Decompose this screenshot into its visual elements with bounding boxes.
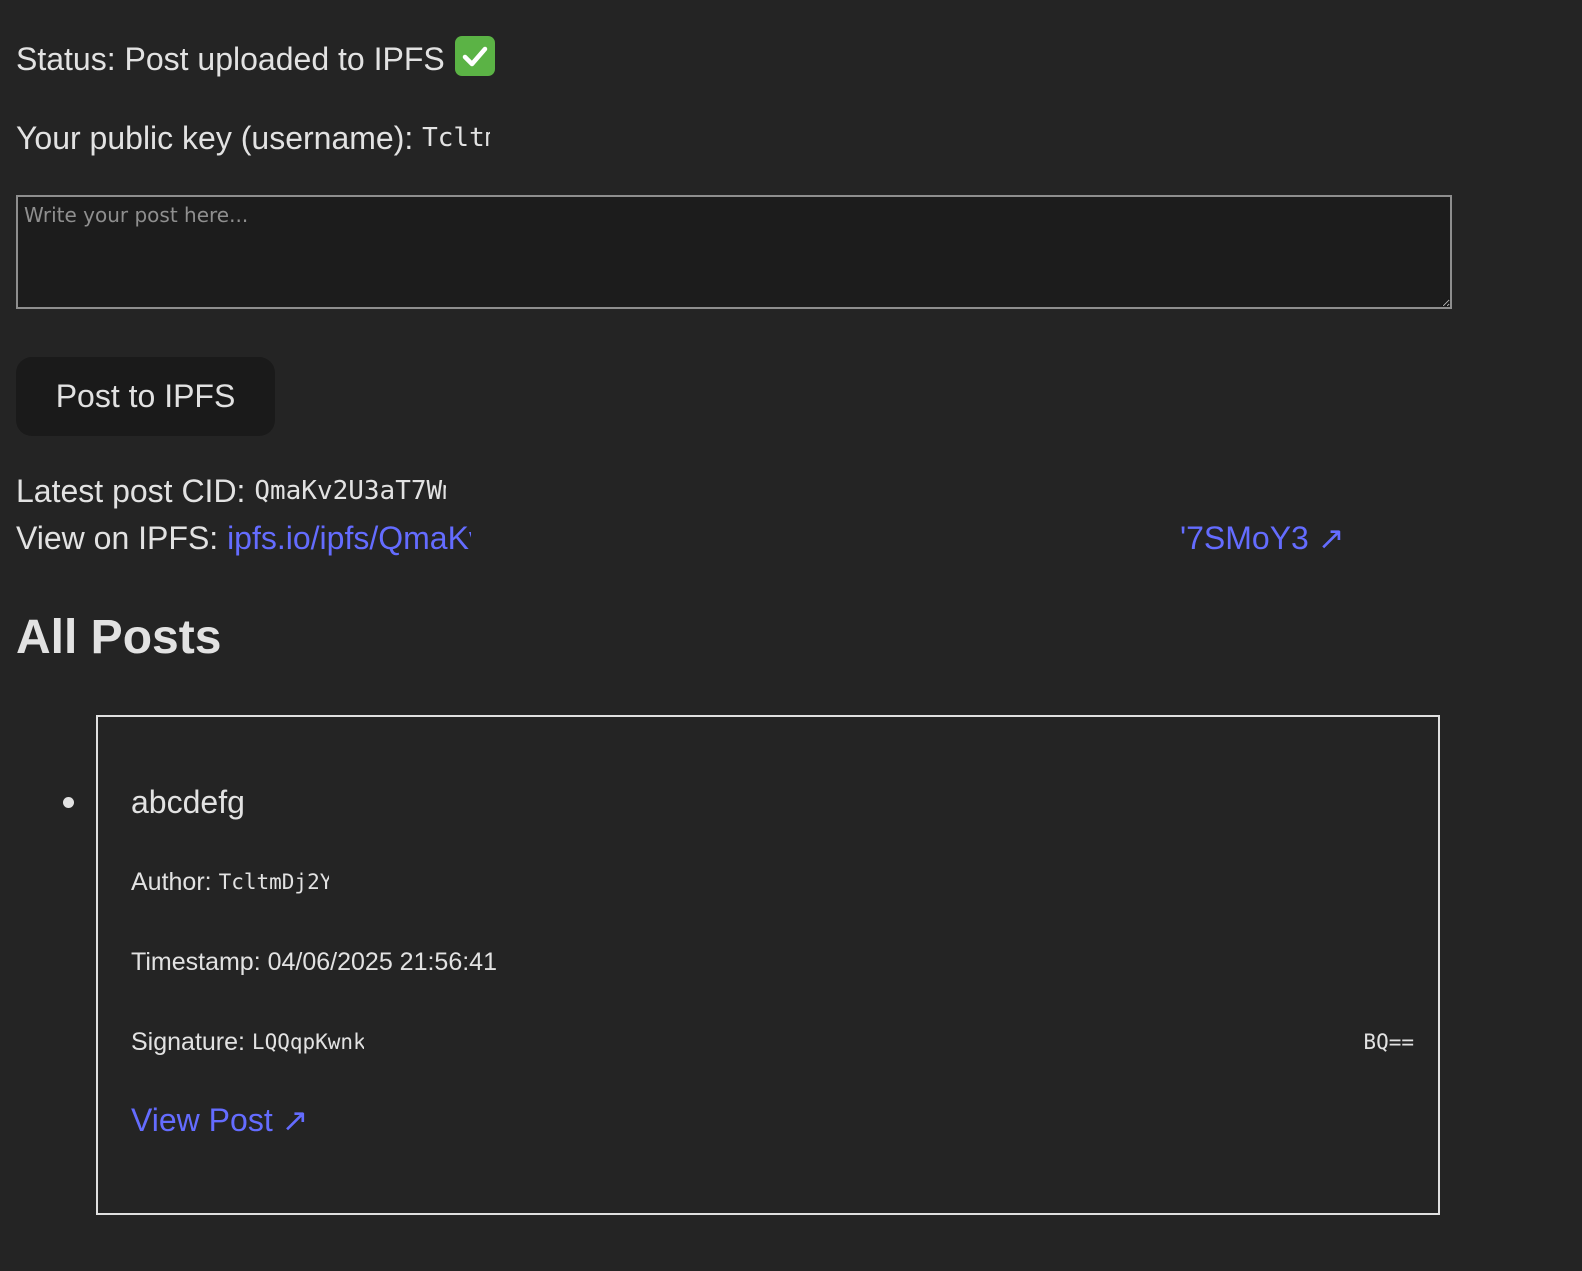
page: Status: Post uploaded to IPFS Your publi…: [0, 0, 1582, 1271]
status-text: Status: Post uploaded to IPFS: [16, 41, 445, 77]
status-line: Status: Post uploaded to IPFS: [16, 36, 495, 81]
latest-cid-line: Latest post CID: QmaKv2U3aT7Wm: [16, 470, 446, 512]
author-label: Author:: [131, 868, 212, 896]
view-on-ipfs-line: View on IPFS: ipfs.io/ipfs/QmaKv '7SMoY3…: [16, 517, 1346, 559]
public-key-value: Tcltm: [422, 123, 490, 153]
ipfs-link[interactable]: ipfs.io/ipfs/QmaKv: [227, 517, 471, 559]
author-value: TcltmDj2Y: [218, 870, 329, 894]
signature-value: LQQqpKwnk: [251, 1030, 364, 1054]
post-textarea[interactable]: [16, 195, 1452, 309]
post-timestamp: Timestamp: 04/06/2025 21:56:41: [131, 948, 497, 976]
view-on-ipfs-label: View on IPFS:: [16, 520, 219, 556]
signature-label: Signature:: [131, 1028, 245, 1056]
post-signature: Signature: LQQqpKwnk BQ==: [131, 1024, 1414, 1060]
public-key-line: Your public key (username): Tcltm: [16, 116, 490, 160]
post-card: abcdefg Author: TcltmDj2Y Timestamp: 04/…: [96, 715, 1440, 1215]
latest-cid-label: Latest post CID:: [16, 473, 246, 509]
latest-cid-value: QmaKv2U3aT7Wm: [254, 476, 447, 506]
check-mark-button-icon: [454, 36, 495, 76]
signature-value-end: BQ==: [1363, 1030, 1414, 1054]
all-posts-heading: All Posts: [16, 611, 222, 664]
ipfs-link-tail[interactable]: '7SMoY3 ↗: [1180, 517, 1345, 559]
post-author: Author: TcltmDj2Y: [131, 864, 329, 900]
public-key-label: Your public key (username):: [16, 120, 414, 156]
view-post-link[interactable]: View Post ↗: [131, 1099, 308, 1141]
list-bullet: [63, 797, 74, 808]
post-content: abcdefg: [131, 784, 245, 820]
post-to-ipfs-button[interactable]: Post to IPFS: [16, 357, 275, 436]
